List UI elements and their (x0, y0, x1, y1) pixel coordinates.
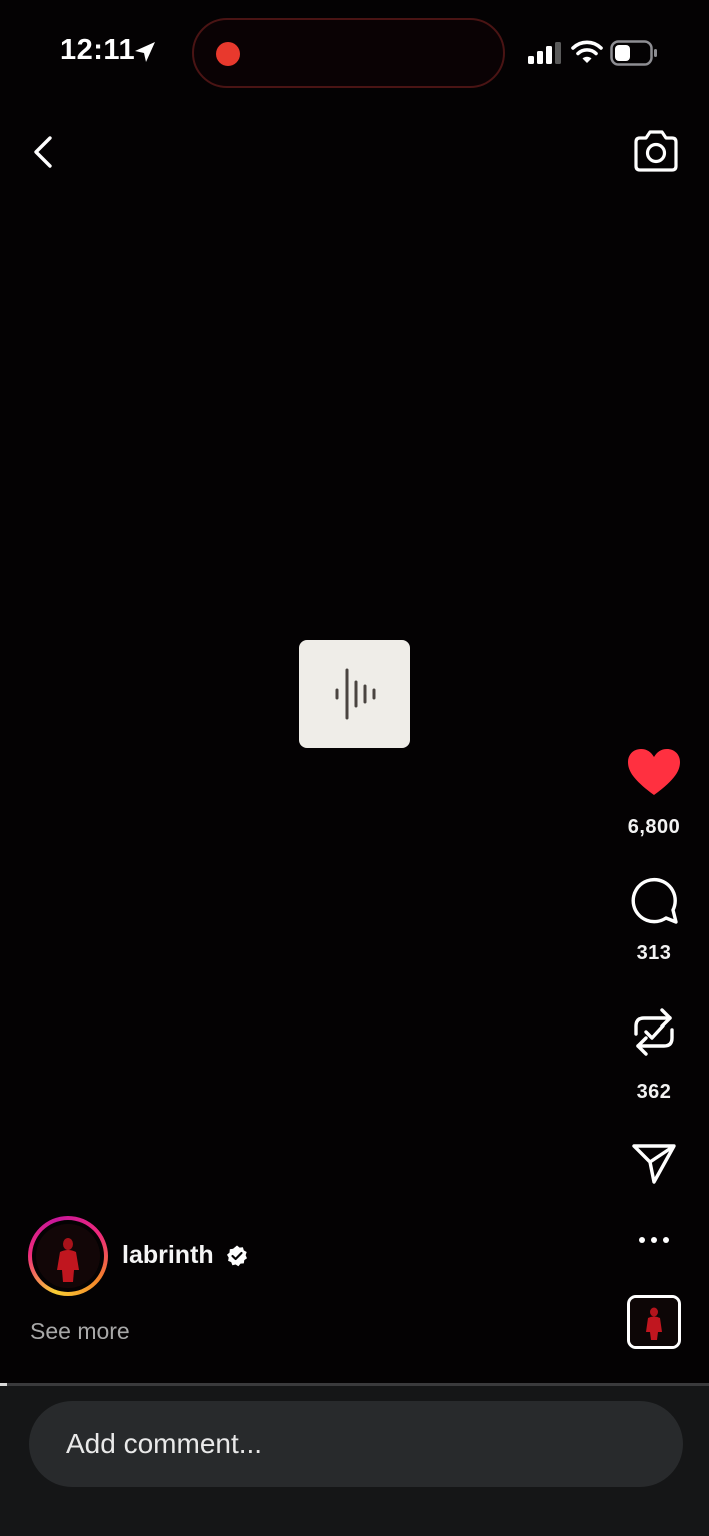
comment-bubble-icon (631, 877, 678, 924)
battery-icon (610, 40, 657, 66)
dynamic-island (192, 18, 505, 88)
repost-icon (634, 1008, 674, 1056)
ellipsis-icon (639, 1237, 669, 1243)
share-button[interactable] (630, 1140, 678, 1188)
repost-count: 362 (636, 1081, 672, 1103)
location-arrow-icon (135, 42, 155, 62)
like-count: 6,800 (627, 816, 681, 838)
author-avatar[interactable] (28, 1216, 108, 1296)
repost-button[interactable] (628, 1004, 680, 1060)
recording-dot-icon (216, 42, 240, 66)
see-more-link[interactable]: See more (30, 1318, 130, 1345)
more-options-button[interactable] (630, 1224, 678, 1256)
author-username[interactable]: labrinth (122, 1241, 214, 1270)
audio-tile[interactable] (299, 640, 410, 748)
original-audio-button[interactable] (627, 1295, 681, 1349)
artist-figure-thumbnail (630, 1298, 678, 1346)
status-time: 12:11 (60, 34, 136, 66)
like-button[interactable] (626, 748, 682, 798)
comment-button[interactable] (628, 874, 680, 926)
wifi-icon (571, 40, 603, 63)
avatar-figure-image (36, 1224, 100, 1288)
verified-badge-icon (227, 1245, 247, 1267)
add-comment-input[interactable]: Add comment... (29, 1401, 683, 1487)
camera-button[interactable] (630, 126, 682, 178)
comment-placeholder: Add comment... (66, 1428, 263, 1459)
comment-count: 313 (636, 942, 672, 964)
heart-icon (628, 749, 680, 795)
audio-waveform-icon (335, 668, 376, 720)
paper-plane-icon (632, 1144, 676, 1184)
back-button[interactable] (24, 128, 64, 176)
cellular-signal-icon (528, 42, 561, 64)
reel-screen: 12:11 6,800 313 362 labrinth See more Ad… (0, 0, 709, 1536)
